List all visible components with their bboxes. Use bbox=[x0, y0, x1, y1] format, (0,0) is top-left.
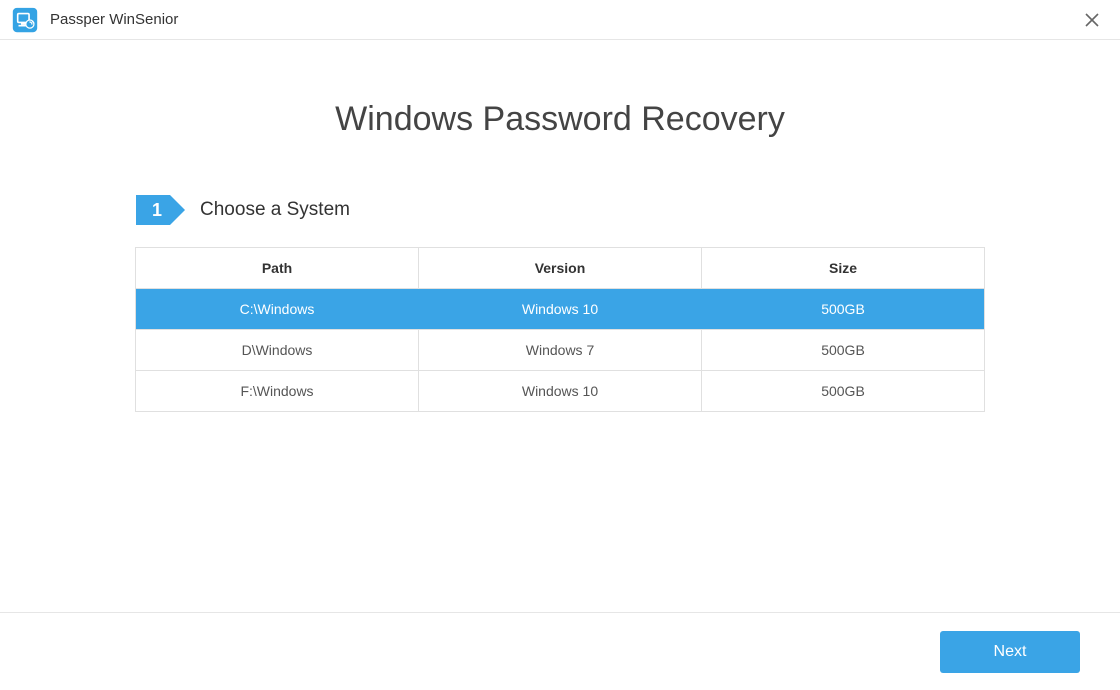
cell-version: Windows 10 bbox=[419, 371, 702, 411]
app-title: Passper WinSenior bbox=[50, 11, 178, 28]
footer: Next bbox=[0, 612, 1120, 690]
cell-size: 500GB bbox=[702, 330, 984, 370]
step-indicator: 1 Choose a System bbox=[136, 195, 1080, 225]
step-number-badge: 1 bbox=[136, 195, 170, 225]
table-row[interactable]: F:\WindowsWindows 10500GB bbox=[136, 371, 984, 411]
cell-path: F:\Windows bbox=[136, 371, 419, 411]
next-button[interactable]: Next bbox=[940, 631, 1080, 673]
step-label: Choose a System bbox=[200, 199, 350, 221]
col-size: Size bbox=[702, 248, 984, 288]
main-content: Windows Password Recovery 1 Choose a Sys… bbox=[0, 100, 1120, 412]
cell-version: Windows 10 bbox=[419, 289, 702, 329]
cell-path: C:\Windows bbox=[136, 289, 419, 329]
app-icon bbox=[12, 7, 38, 33]
cell-size: 500GB bbox=[702, 371, 984, 411]
table-header: Path Version Size bbox=[136, 248, 984, 289]
titlebar: Passper WinSenior bbox=[0, 0, 1120, 40]
cell-size: 500GB bbox=[702, 289, 984, 329]
close-button[interactable] bbox=[1076, 4, 1108, 36]
col-version: Version bbox=[419, 248, 702, 288]
cell-path: D\Windows bbox=[136, 330, 419, 370]
table-row[interactable]: C:\WindowsWindows 10500GB bbox=[136, 289, 984, 330]
page-title: Windows Password Recovery bbox=[40, 100, 1080, 139]
table-row[interactable]: D\WindowsWindows 7500GB bbox=[136, 330, 984, 371]
col-path: Path bbox=[136, 248, 419, 288]
cell-version: Windows 7 bbox=[419, 330, 702, 370]
close-icon bbox=[1085, 13, 1099, 27]
table-body: C:\WindowsWindows 10500GBD\WindowsWindow… bbox=[136, 289, 984, 411]
system-table: Path Version Size C:\WindowsWindows 1050… bbox=[135, 247, 985, 412]
